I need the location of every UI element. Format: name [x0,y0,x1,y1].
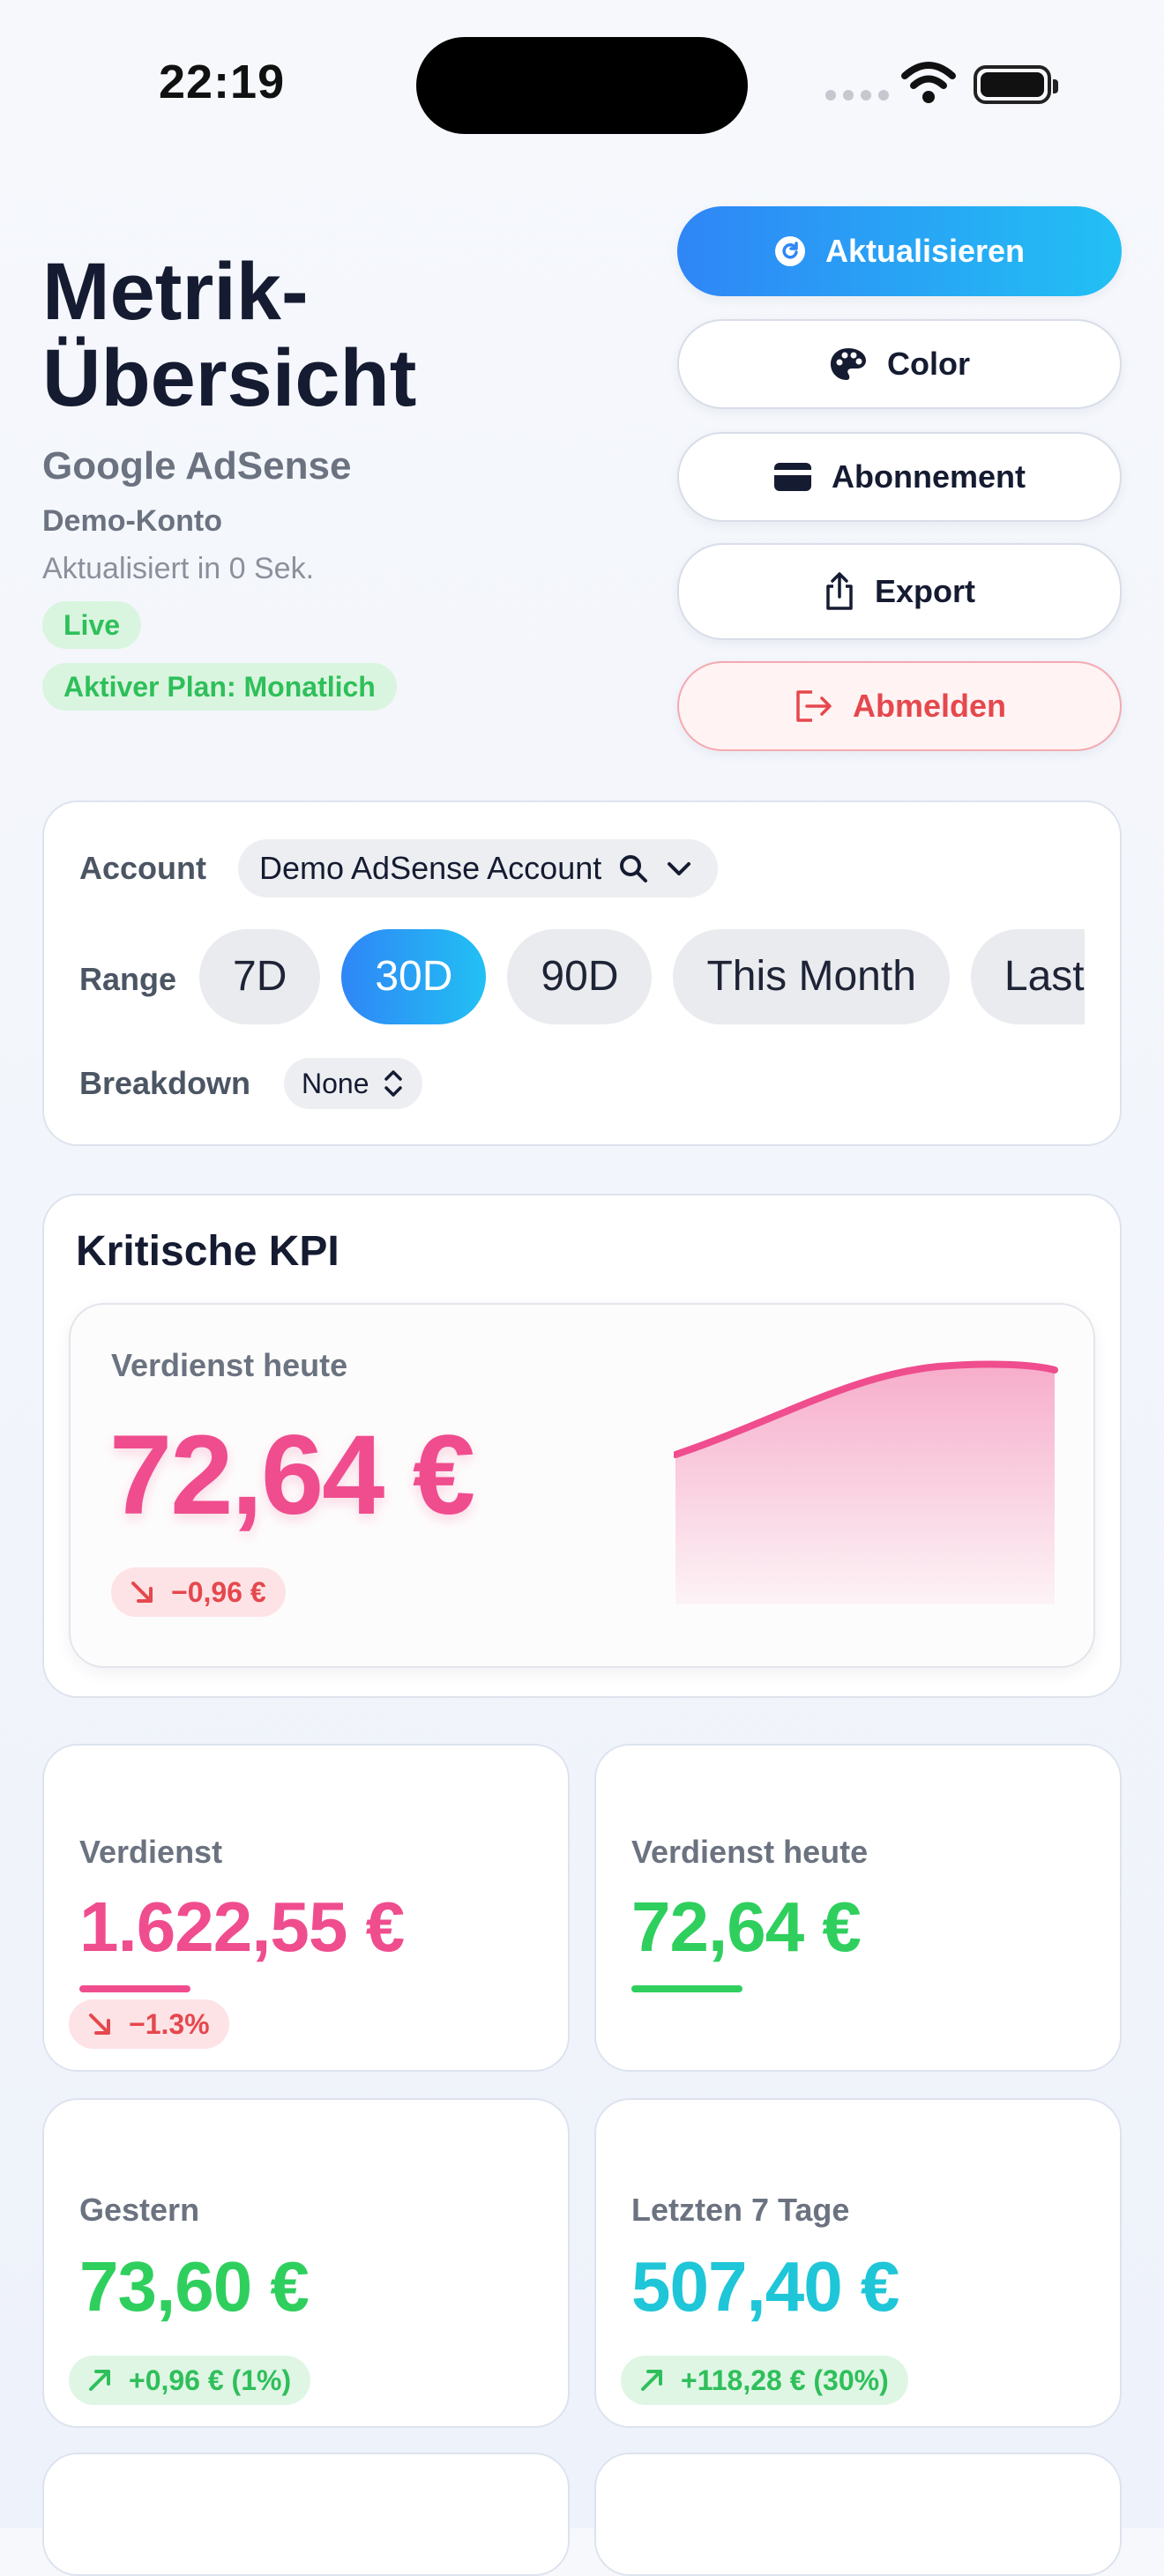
refresh-button[interactable]: Aktualisieren [677,206,1122,296]
cellular-signal-icon [825,90,889,101]
arrow-down-right-icon [89,2014,110,2035]
metric-label: Verdienst [79,1834,223,1870]
breakdown-filter-label: Breakdown [79,1065,251,1101]
kpi-section-title: Kritische KPI [76,1228,340,1275]
kpi-sparkline [674,1360,1058,1604]
range-chip-this-month[interactable]: This Month [673,929,950,1024]
search-icon [620,855,648,882]
chevron-up-down-icon [384,1070,402,1097]
wifi-icon [901,62,956,103]
arrow-down-right-icon [131,1582,153,1603]
logout-label: Abmelden [852,688,1007,724]
chevron-down-icon [668,862,691,875]
logout-button[interactable]: Abmelden [677,661,1122,751]
palette-icon [831,348,866,380]
kpi-delta-value: −0,96 € [171,1576,266,1608]
range-filter-label: Range [79,961,177,997]
plan-badge: Aktiver Plan: Monatlich [42,663,397,711]
updated-status: Aktualisiert in 0 Sek. [42,552,315,585]
refresh-label: Aktualisieren [824,233,1026,269]
metric-value: 73,60 € [79,2247,310,2326]
metric-delta-badge: +118,28 € (30%) [621,2356,908,2405]
kpi-value: 72,64 € [109,1412,475,1538]
account-name: Demo-Konto [42,504,222,538]
metric-value: 507,40 € [631,2247,899,2326]
account-select[interactable]: Demo AdSense Account [238,839,719,897]
share-icon [826,572,853,610]
kpi-label: Verdienst heute [111,1347,348,1383]
range-chip-scroller[interactable]: 7D 30D 90D This Month Last Month [199,929,1085,1028]
metric-value: 1.622,55 € [79,1887,405,1966]
metric-underline [79,1985,190,1992]
metric-delta-value: +118,28 € (30%) [681,2364,889,2396]
color-label: Color [887,346,970,382]
account-filter-label: Account [79,850,206,886]
metric-label: Verdienst heute [631,1834,869,1870]
live-badge: Live [42,601,142,649]
metric-card-partial[interactable] [42,2453,570,2576]
metric-label: Gestern [79,2192,200,2228]
range-chip-last-month[interactable]: Last Month [970,929,1085,1024]
metric-card-earnings[interactable]: Verdienst 1.622,55 € −1.3% [42,1744,570,2072]
metric-label: Letzten 7 Tage [631,2192,850,2228]
range-chip-7d[interactable]: 7D [199,929,321,1024]
color-button[interactable]: Color [677,319,1122,409]
metric-card-last-7-days[interactable]: Letzten 7 Tage 507,40 € +118,28 € (30%) [594,2098,1122,2428]
metric-value: 72,64 € [631,1887,862,1966]
export-label: Export [874,573,975,609]
arrow-up-right-icon [89,2370,110,2391]
metric-delta-badge: −1.3% [69,1999,229,2049]
dynamic-island [416,37,748,134]
kpi-delta-badge: −0,96 € [111,1567,286,1617]
breakdown-select-value: None [302,1067,369,1099]
breakdown-select[interactable]: None [284,1058,422,1109]
subscription-button[interactable]: Abonnement [677,432,1122,522]
metric-delta-value: −1.3% [129,2008,210,2040]
service-name: Google AdSense [42,444,352,488]
logout-icon [796,690,832,722]
export-button[interactable]: Export [677,543,1122,640]
credit-card-icon [774,463,811,491]
battery-icon [974,65,1058,104]
metric-card-yesterday[interactable]: Gestern 73,60 € +0,96 € (1%) [42,2098,570,2428]
arrow-up-right-icon [641,2370,662,2391]
range-chip-30d[interactable]: 30D [341,929,487,1024]
account-select-value: Demo AdSense Account [259,850,602,886]
metric-delta-badge: +0,96 € (1%) [69,2356,311,2405]
refresh-icon [774,236,805,266]
subscription-label: Abonnement [832,458,1026,495]
metric-delta-value: +0,96 € (1%) [129,2364,292,2396]
metric-card-earnings-today[interactable]: Verdienst heute 72,64 € [594,1744,1122,2072]
range-chip-90d[interactable]: 90D [507,929,653,1024]
page-title: Metrik-Übersicht [42,247,417,423]
status-time: 22:19 [159,56,286,108]
metric-card-partial[interactable] [594,2453,1122,2576]
metric-underline [631,1985,742,1992]
